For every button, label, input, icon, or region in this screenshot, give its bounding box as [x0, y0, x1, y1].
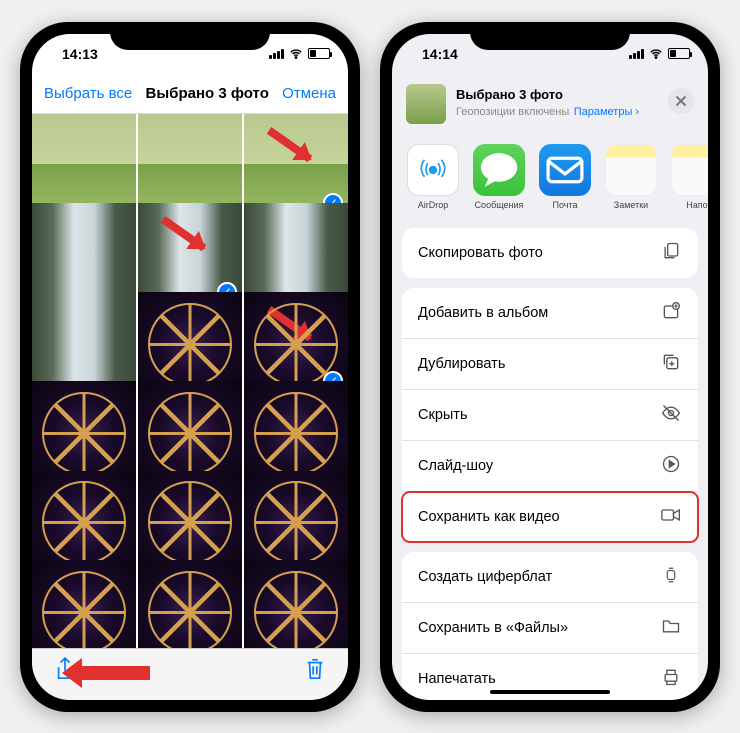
watch-icon	[660, 565, 682, 589]
photo-thumb[interactable]	[32, 560, 136, 647]
cancel-button[interactable]: Отмена	[282, 85, 336, 102]
print-icon	[660, 667, 682, 691]
notes-app[interactable]: Заметки	[604, 144, 658, 210]
video-icon	[660, 505, 682, 529]
signal-icon	[269, 49, 284, 59]
hide-icon	[660, 403, 682, 427]
airdrop-app[interactable]: AirDrop	[406, 144, 460, 210]
action-group-1: Скопировать фото	[402, 228, 698, 278]
action-group-3: Создать циферблат Сохранить в «Файлы» На…	[402, 552, 698, 700]
wifi-icon	[649, 47, 663, 61]
duplicate-action[interactable]: Дублировать	[402, 339, 698, 390]
duplicate-icon	[660, 352, 682, 376]
photo-grid[interactable]: ✓ ✓ ✓	[32, 114, 348, 648]
album-add-icon	[660, 301, 682, 325]
annotation-arrow-icon	[266, 306, 312, 341]
home-indicator[interactable]	[490, 690, 610, 694]
slideshow-action[interactable]: Слайд-шоу	[402, 441, 698, 492]
nav-title: Выбрано 3 фото	[146, 85, 269, 102]
status-bar: 14:14	[392, 34, 708, 74]
share-title: Выбрано 3 фото	[456, 87, 639, 102]
delete-button[interactable]	[304, 657, 326, 686]
bottom-toolbar	[32, 648, 348, 700]
airdrop-icon	[407, 144, 459, 196]
folder-icon	[660, 616, 682, 640]
add-to-album-action[interactable]: Добавить в альбом	[402, 288, 698, 339]
mail-app[interactable]: Почта	[538, 144, 592, 210]
save-to-files-action[interactable]: Сохранить в «Файлы»	[402, 603, 698, 654]
messages-icon	[473, 144, 525, 196]
copy-photo-action[interactable]: Скопировать фото	[402, 228, 698, 278]
phone-left: 14:13 Выбрать все Выбрано 3 фото Отмена	[20, 22, 360, 712]
save-as-video-action[interactable]: Сохранить как видео	[402, 492, 698, 542]
napo-app[interactable]: Напо	[670, 144, 708, 210]
share-params-link[interactable]: Параметры ›	[574, 106, 639, 118]
watchface-action[interactable]: Создать циферблат	[402, 552, 698, 603]
copy-icon	[660, 241, 682, 265]
status-bar: 14:13	[32, 34, 348, 74]
share-subtitle: Геопозиции включены	[456, 106, 569, 118]
share-thumbnail	[406, 84, 446, 124]
photo-thumb[interactable]	[244, 560, 348, 647]
nav-bar: Выбрать все Выбрано 3 фото Отмена	[32, 74, 348, 114]
messages-app[interactable]: Сообщения	[472, 144, 526, 210]
share-app-row[interactable]: AirDrop Сообщения Почта Заметки	[392, 138, 708, 228]
annotation-arrow-icon	[80, 666, 150, 680]
napo-icon	[671, 144, 708, 196]
phone-right: 14:14 Выбрано 3 фото Геопозиции включены…	[380, 22, 720, 712]
hide-action[interactable]: Скрыть	[402, 390, 698, 441]
select-all-button[interactable]: Выбрать все	[44, 85, 132, 102]
action-group-2: Добавить в альбом Дублировать Скрыть Сла…	[402, 288, 698, 542]
notes-icon	[605, 144, 657, 196]
annotation-arrow-icon	[266, 127, 312, 162]
status-time: 14:13	[62, 46, 98, 62]
signal-icon	[629, 49, 644, 59]
wifi-icon	[289, 47, 303, 61]
play-icon	[660, 454, 682, 478]
status-time: 14:14	[422, 46, 458, 62]
battery-icon	[308, 48, 330, 59]
photo-thumb[interactable]	[138, 560, 242, 647]
close-button[interactable]	[668, 88, 694, 114]
battery-icon	[668, 48, 690, 59]
mail-icon	[539, 144, 591, 196]
share-header: Выбрано 3 фото Геопозиции включены Парам…	[392, 74, 708, 138]
annotation-arrow-icon	[160, 216, 206, 251]
